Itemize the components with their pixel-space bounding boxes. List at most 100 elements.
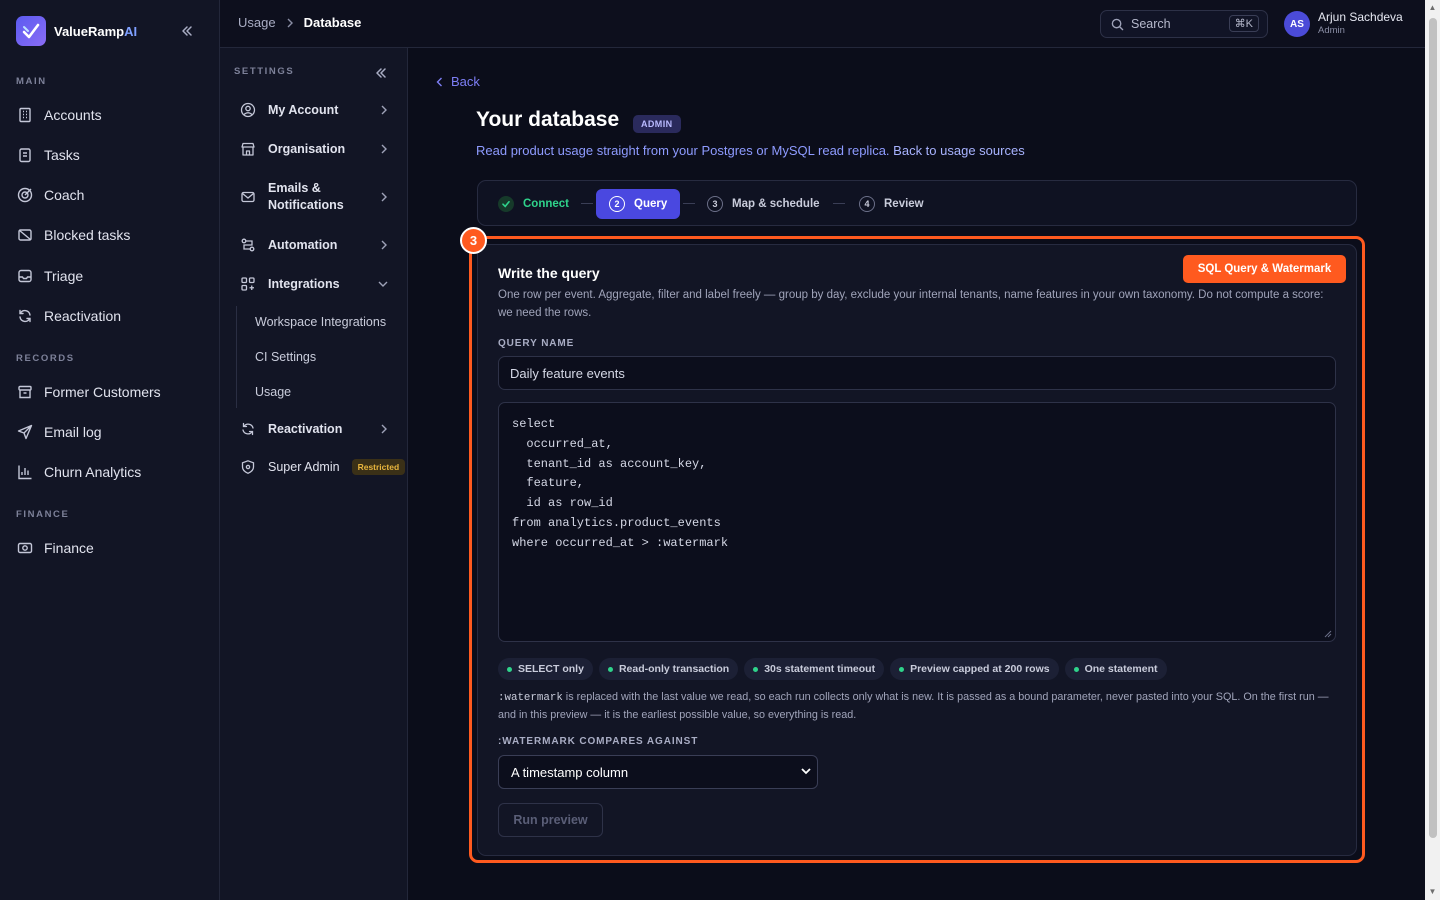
watermark-select-value: A timestamp column bbox=[511, 764, 629, 780]
page-description: Read product usage straight from your Po… bbox=[476, 143, 1025, 158]
settings-item-reactivation[interactable]: Reactivation bbox=[240, 421, 388, 437]
settings-item-emails-notifications[interactable]: Emails & Notifications bbox=[240, 180, 388, 214]
sidebar-item-former-customers[interactable]: Former Customers bbox=[16, 377, 206, 407]
sidebar-item-churn-analytics[interactable]: Churn Analytics bbox=[16, 457, 206, 487]
back-link[interactable]: Back bbox=[436, 74, 480, 89]
sidebar-item-finance[interactable]: Finance bbox=[16, 533, 206, 563]
sidebar-item-triage[interactable]: Triage bbox=[16, 261, 206, 291]
store-icon bbox=[240, 141, 256, 157]
avatar[interactable]: AS bbox=[1284, 11, 1310, 37]
step-review[interactable]: 4 Review bbox=[859, 189, 924, 219]
resize-grip-icon[interactable] bbox=[1324, 630, 1332, 638]
settings-item-label: Integrations bbox=[268, 277, 340, 291]
settings-item-label-line2: Notifications bbox=[268, 198, 344, 212]
breadcrumb: Usage Database bbox=[238, 15, 361, 30]
chip-one-statement: One statement bbox=[1064, 658, 1167, 680]
section-finance: FINANCE bbox=[16, 509, 70, 520]
step-divider bbox=[683, 203, 695, 204]
settings-sub-ci-settings[interactable]: CI Settings bbox=[255, 350, 316, 364]
step-label: Review bbox=[884, 198, 924, 210]
settings-item-label: Super Admin bbox=[268, 460, 340, 474]
chevron-right-icon bbox=[380, 105, 388, 115]
stepper: Connect 2 Query 3 Map & schedule 4 Revie… bbox=[477, 180, 1357, 226]
sidebar-item-reactivation[interactable]: Reactivation bbox=[16, 301, 206, 331]
status-dot bbox=[507, 666, 512, 672]
run-preview-button[interactable]: Run preview bbox=[498, 803, 603, 837]
status-dot bbox=[899, 666, 905, 672]
building-icon bbox=[16, 106, 34, 124]
refresh-icon bbox=[240, 421, 256, 437]
chevron-right-icon bbox=[380, 240, 388, 250]
app-logo[interactable]: ValueRampAI bbox=[16, 15, 137, 47]
sidebar-item-blocked-tasks[interactable]: Blocked tasks bbox=[16, 220, 206, 250]
breadcrumb-database: Database bbox=[303, 15, 362, 30]
search-placeholder: Search bbox=[1131, 17, 1171, 31]
constraint-chips: SELECT only Read-only transaction 30s st… bbox=[498, 658, 1167, 680]
sidebar-item-label: Accounts bbox=[44, 107, 102, 123]
scrollbar-thumb[interactable] bbox=[1429, 18, 1437, 838]
card-description: One row per event. Aggregate, filter and… bbox=[498, 289, 1324, 319]
settings-sub-usage[interactable]: Usage bbox=[255, 385, 291, 399]
shield-icon bbox=[240, 459, 256, 475]
step-number: 4 bbox=[859, 196, 875, 212]
watermark-select[interactable]: A timestamp column bbox=[498, 755, 818, 789]
step-number: 3 bbox=[707, 196, 723, 212]
sidebar-item-label: Finance bbox=[44, 540, 94, 556]
sidebar-item-label: Tasks bbox=[44, 147, 80, 163]
user-name[interactable]: Arjun Sachdeva bbox=[1318, 10, 1403, 24]
chevron-right-icon bbox=[380, 192, 388, 202]
logo-icon bbox=[16, 16, 46, 46]
settings-label: SETTINGS bbox=[234, 66, 295, 77]
section-main: MAIN bbox=[16, 76, 47, 87]
chip-label: 30s statement timeout bbox=[764, 663, 876, 675]
chip-label: SELECT only bbox=[518, 663, 584, 675]
sidebar-item-coach[interactable]: Coach bbox=[16, 180, 206, 210]
settings-item-super-admin[interactable]: Super Admin Restricted bbox=[240, 459, 410, 475]
settings-item-my-account[interactable]: My Account bbox=[240, 102, 388, 118]
breadcrumb-usage[interactable]: Usage bbox=[238, 15, 276, 30]
step-query[interactable]: 2 Query bbox=[596, 189, 681, 219]
query-name-input[interactable]: Daily feature events bbox=[498, 356, 1336, 390]
settings-item-organisation[interactable]: Organisation bbox=[240, 141, 388, 157]
sidebar-item-tasks[interactable]: Tasks bbox=[16, 140, 206, 170]
chip-label: One statement bbox=[1084, 663, 1158, 675]
chevron-right-icon bbox=[380, 144, 388, 154]
step-map-schedule[interactable]: 3 Map & schedule bbox=[707, 189, 820, 219]
user-circle-icon bbox=[240, 102, 256, 118]
settings-item-automation[interactable]: Automation bbox=[240, 237, 388, 253]
step-label: Query bbox=[634, 198, 668, 210]
step-divider bbox=[833, 203, 845, 204]
sidebar-item-accounts[interactable]: Accounts bbox=[16, 100, 206, 130]
scroll-down-icon[interactable]: ▼ bbox=[1427, 887, 1438, 897]
refresh-icon bbox=[16, 307, 34, 325]
search-icon bbox=[1111, 18, 1124, 31]
watermark-note-text: is replaced with the last value we read,… bbox=[498, 691, 1329, 721]
sql-editor[interactable]: select occurred_at, tenant_id as account… bbox=[498, 402, 1336, 642]
sql-text: select occurred_at, tenant_id as account… bbox=[512, 417, 729, 550]
settings-sub-workspace-integrations[interactable]: Workspace Integrations bbox=[255, 315, 386, 329]
chevron-down-icon bbox=[801, 767, 811, 775]
annotation-marker: 3 bbox=[460, 227, 487, 254]
sidebar-item-label: Churn Analytics bbox=[44, 464, 142, 480]
collapse-settings-icon[interactable] bbox=[374, 66, 388, 80]
status-dot bbox=[607, 666, 613, 672]
status-dot bbox=[753, 666, 759, 672]
top-bar: Usage Database Search ⌘K AS Arjun Sachde… bbox=[220, 0, 1425, 48]
user-role: Admin bbox=[1318, 25, 1345, 36]
step-connect[interactable]: Connect bbox=[498, 189, 569, 219]
watermark-label: :WATERMARK COMPARES AGAINST bbox=[498, 736, 699, 747]
restricted-badge: Restricted bbox=[351, 459, 406, 475]
page-title: Your database bbox=[476, 108, 620, 131]
sidebar-item-label: Coach bbox=[44, 187, 85, 203]
settings-item-label: Reactivation bbox=[268, 422, 343, 436]
collapse-sidebar-icon[interactable] bbox=[180, 24, 194, 38]
settings-item-integrations[interactable]: Integrations bbox=[240, 276, 388, 292]
search-input[interactable]: Search ⌘K bbox=[1100, 10, 1268, 38]
chevron-right-icon bbox=[380, 424, 388, 434]
query-name-label: QUERY NAME bbox=[498, 338, 575, 349]
scroll-up-icon[interactable]: ▲ bbox=[1427, 3, 1438, 13]
chevron-left-icon bbox=[436, 77, 443, 87]
step-label: Connect bbox=[523, 198, 569, 210]
back-to-usage-sources-link[interactable]: Back to usage sources bbox=[893, 143, 1025, 158]
sidebar-item-email-log[interactable]: Email log bbox=[16, 417, 206, 447]
